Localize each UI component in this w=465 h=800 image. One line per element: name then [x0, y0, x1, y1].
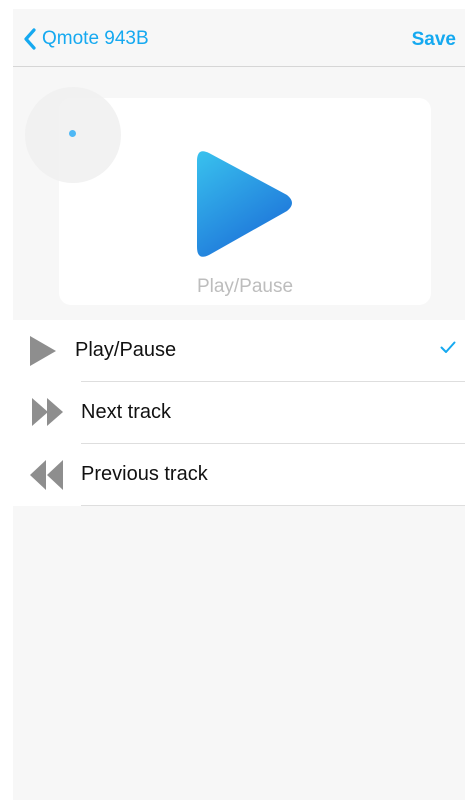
- fast-forward-icon: [32, 398, 63, 426]
- chevron-left-icon: [24, 28, 36, 50]
- list-item-next-track[interactable]: Next track: [13, 382, 465, 444]
- indicator-dot: [69, 130, 76, 137]
- rewind-icon: [30, 460, 63, 490]
- back-button[interactable]: Qmote 943B: [23, 26, 149, 52]
- save-button[interactable]: Save: [412, 29, 456, 51]
- play-icon: [30, 336, 56, 366]
- preview-label: Play/Pause: [196, 276, 294, 297]
- list-item-label: Previous track: [81, 463, 208, 485]
- window-edge-top: [0, 0, 465, 9]
- window-edge-left: [0, 0, 13, 800]
- action-picker-screen: Qmote 943B Save Play/Pause Play/Pause Ne…: [13, 9, 465, 800]
- back-button-label: Qmote 943B: [42, 28, 149, 49]
- play-icon: [197, 151, 292, 257]
- list-item-label: Play/Pause: [75, 339, 177, 361]
- checkmark-icon: [440, 341, 456, 353]
- action-list: Play/Pause Next track Previous track: [13, 320, 465, 506]
- list-item-label: Next track: [81, 401, 172, 423]
- list-item-play-pause[interactable]: Play/Pause: [13, 320, 465, 382]
- list-item-previous-track[interactable]: Previous track: [13, 444, 465, 506]
- navigation-bar: Qmote 943B Save: [13, 9, 465, 67]
- row-separator: [81, 505, 465, 506]
